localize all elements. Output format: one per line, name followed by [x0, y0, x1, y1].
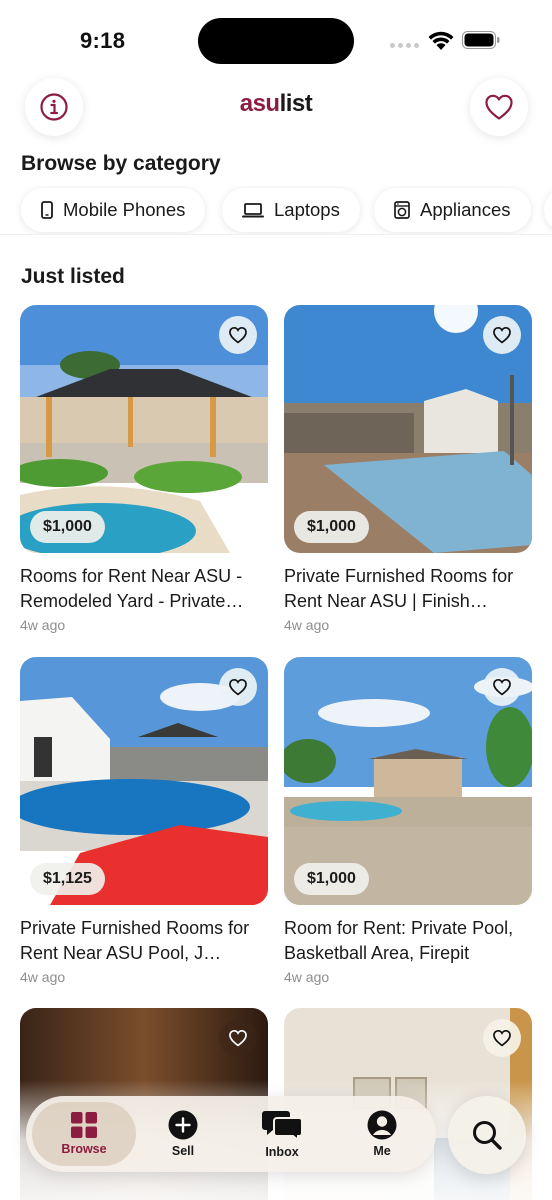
heart-icon: [485, 94, 513, 120]
heart-icon: [229, 678, 247, 696]
battery-icon: [462, 31, 500, 49]
chat-bubbles-icon: [262, 1111, 303, 1141]
tab-label: Browse: [61, 1142, 107, 1156]
tab-me[interactable]: Me: [334, 1102, 430, 1166]
favorite-button[interactable]: [483, 668, 521, 706]
price-badge: $1,000: [294, 511, 369, 543]
listing-card[interactable]: $1,000 Room for Rent: Private Pool, Bask…: [284, 657, 532, 985]
tab-label: Inbox: [265, 1145, 299, 1159]
favorite-button[interactable]: [219, 1019, 257, 1057]
category-chip-laptops[interactable]: Laptops: [222, 188, 360, 232]
listing-title[interactable]: Private Furnished Rooms for Rent Near AS…: [284, 564, 532, 614]
category-chip-label: Laptops: [274, 199, 340, 220]
heart-icon: [493, 678, 511, 696]
category-chip-label: Appliances: [420, 199, 511, 220]
listing-time-ago: 4w ago: [284, 969, 330, 985]
laptop-icon: [242, 202, 264, 217]
category-carousel[interactable]: Mobile Phones Laptops Appliances: [0, 186, 552, 234]
heart-icon: [229, 326, 247, 344]
category-chip-label: Mobile Phones: [63, 199, 186, 220]
tab-inbox[interactable]: Inbox: [230, 1102, 334, 1166]
person-icon: [367, 1110, 397, 1140]
listing-photo[interactable]: $1,000: [284, 657, 532, 905]
just-listed-heading: Just listed: [21, 265, 125, 288]
favorites-button[interactable]: [470, 78, 528, 136]
favorite-button[interactable]: [219, 668, 257, 706]
heart-icon: [493, 1029, 511, 1047]
cellular-signal-icon: [390, 43, 419, 48]
wifi-icon: [428, 31, 454, 50]
tab-browse[interactable]: Browse: [32, 1102, 136, 1166]
listing-photo[interactable]: $1,000: [284, 305, 532, 553]
status-bar: 9:18: [0, 0, 552, 80]
listing-photo[interactable]: $1,125: [20, 657, 268, 905]
tab-label: Sell: [171, 1144, 195, 1158]
heart-icon: [229, 1029, 247, 1047]
divider: [0, 234, 552, 235]
heart-icon: [493, 326, 511, 344]
listing-time-ago: 4w ago: [284, 617, 330, 633]
listing-card[interactable]: $1,125 Private Furnished Rooms for Rent …: [20, 657, 268, 985]
plus-circle-icon: [168, 1110, 198, 1140]
dynamic-island: [198, 18, 354, 64]
listing-title[interactable]: Rooms for Rent Near ASU - Remodeled Yard…: [20, 564, 268, 614]
category-chip-appliances[interactable]: Appliances: [374, 188, 531, 232]
browse-by-category-heading: Browse by category: [21, 152, 221, 175]
listing-photo[interactable]: $1,000: [20, 305, 268, 553]
favorite-button[interactable]: [483, 316, 521, 354]
appliance-icon: [394, 201, 410, 219]
price-badge: $1,000: [30, 511, 105, 543]
listing-card[interactable]: $1,000 Private Furnished Rooms for Rent …: [284, 305, 532, 633]
tab-sell[interactable]: Sell: [136, 1102, 230, 1166]
favorite-button[interactable]: [483, 1019, 521, 1057]
listing-time-ago: 4w ago: [20, 617, 66, 633]
search-icon: [473, 1121, 502, 1150]
category-chip-mobile-phones[interactable]: Mobile Phones: [21, 188, 206, 232]
category-chip-more[interactable]: [544, 188, 552, 232]
price-badge: $1,000: [294, 863, 369, 895]
listing-title[interactable]: Private Furnished Rooms for Rent Near AS…: [20, 916, 268, 966]
search-button[interactable]: [448, 1096, 526, 1174]
favorite-button[interactable]: [219, 316, 257, 354]
price-badge: $1,125: [30, 863, 105, 895]
listing-title[interactable]: Room for Rent: Private Pool, Basketball …: [284, 916, 532, 966]
listing-card[interactable]: $1,000 Rooms for Rent Near ASU - Remodel…: [20, 305, 268, 633]
status-time: 9:18: [80, 28, 126, 53]
grid-icon: [71, 1112, 97, 1138]
mobile-phone-icon: [41, 201, 53, 219]
tab-bar: Browse Sell Inbox Me: [26, 1096, 436, 1172]
tab-label: Me: [373, 1144, 391, 1158]
listing-time-ago: 4w ago: [20, 969, 66, 985]
